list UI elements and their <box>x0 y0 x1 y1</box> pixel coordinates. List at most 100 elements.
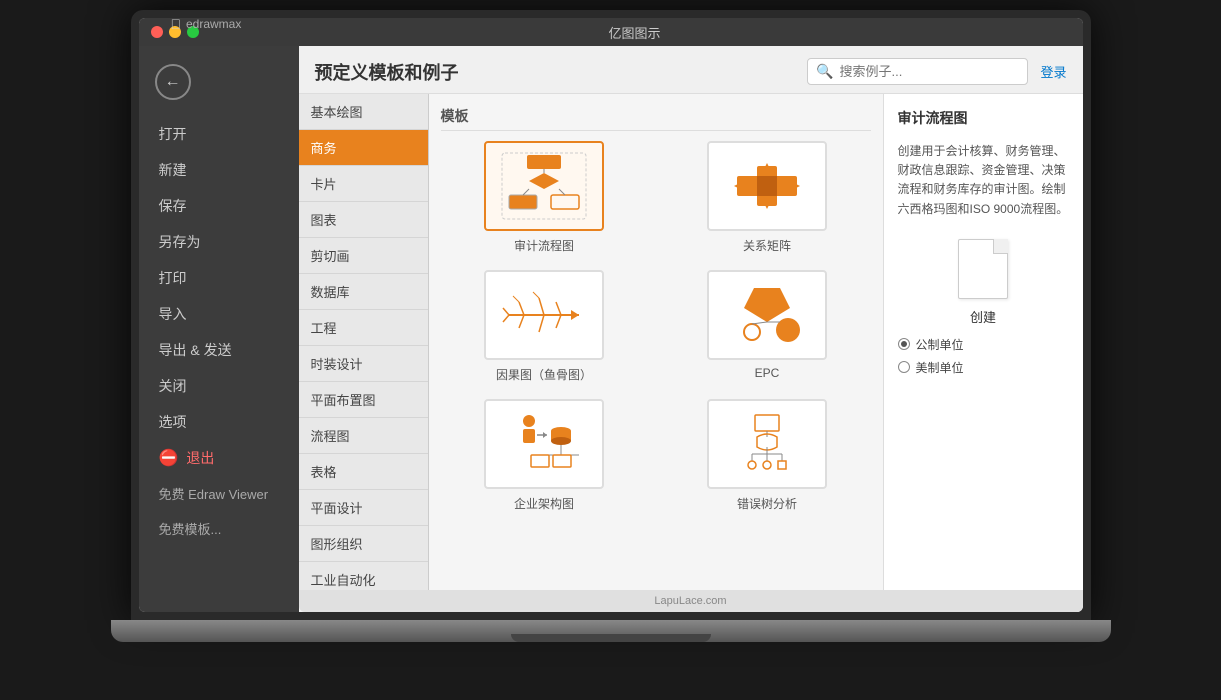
sidebar-item-import[interactable]: 导入 <box>139 296 299 332</box>
search-icon: 🔍 <box>816 63 833 80</box>
sidebar-free-templates-label: 免费模板... <box>159 519 222 538</box>
category-business-label: 商务 <box>311 141 337 156</box>
template-audit[interactable]: 审计流程图 <box>441 141 648 254</box>
sidebar-quit-label: 退出 <box>186 448 214 468</box>
epc-svg <box>722 280 812 350</box>
right-panel: 审计流程图 创建用于会计核算、财务管理、财政信息跟踪、资金管理、决策流程和财务库… <box>883 94 1083 590</box>
category-item-clipart[interactable]: 剪切画 <box>299 238 428 274</box>
quit-icon: ⛔ <box>159 448 179 468</box>
category-item-industrial[interactable]: 工业自动化 <box>299 562 428 590</box>
unit-imperial-radio[interactable] <box>898 361 910 373</box>
category-item-chart[interactable]: 图表 <box>299 202 428 238</box>
content-body: 基本绘图 商务 卡片 图表 剪切 <box>299 94 1083 590</box>
category-chart-label: 图表 <box>311 213 337 228</box>
sidebar-item-save[interactable]: 保存 <box>139 188 299 224</box>
unit-metric[interactable]: 公制单位 <box>898 336 1069 353</box>
sidebar-item-quit[interactable]: ⛔ 退出 <box>139 440 299 476</box>
sidebar-item-export[interactable]: 导出 & 发送 <box>139 332 299 368</box>
category-item-table[interactable]: 表格 <box>299 454 428 490</box>
template-relation-label: 关系矩阵 <box>743 237 791 254</box>
category-item-card[interactable]: 卡片 <box>299 166 428 202</box>
template-epc[interactable]: EPC <box>664 270 871 383</box>
create-label: 创建 <box>970 307 996 326</box>
unit-imperial-label: 美制单位 <box>916 359 964 376</box>
category-flowchart-label: 流程图 <box>311 429 350 444</box>
sidebar-item-saveas[interactable]: 另存为 <box>139 224 299 260</box>
category-fashion-label: 时装设计 <box>311 357 363 372</box>
unit-metric-label: 公制单位 <box>916 336 964 353</box>
create-wrapper: 创建 <box>898 239 1069 326</box>
category-item-engineering[interactable]: 工程 <box>299 310 428 346</box>
app-name-bar:  edrawmax <box>171 18 242 38</box>
sidebar-item-new[interactable]: 新建 <box>139 152 299 188</box>
title-bar:  edrawmax 亿图图示 <box>139 18 1083 46</box>
login-link[interactable]: 登录 <box>1040 62 1066 81</box>
template-relation[interactable]: 关系矩阵 <box>664 141 871 254</box>
unit-imperial[interactable]: 美制单位 <box>898 359 1069 376</box>
category-industrial-label: 工业自动化 <box>311 573 376 588</box>
category-database-label: 数据库 <box>311 285 350 300</box>
search-input[interactable] <box>839 64 1019 79</box>
template-enterprise[interactable]: 企业架构图 <box>441 399 648 512</box>
templates-area: 模板 <box>429 94 883 590</box>
sidebar-new-label: 新建 <box>159 160 187 180</box>
category-item-fashion[interactable]: 时装设计 <box>299 346 428 382</box>
apple-icon:  <box>171 18 182 32</box>
sidebar-item-free-templates[interactable]: 免费模板... <box>139 511 299 546</box>
fault-tree-svg <box>722 409 812 479</box>
search-box[interactable]: 🔍 <box>807 58 1028 85</box>
sidebar-export-label: 导出 & 发送 <box>159 340 232 360</box>
category-table-label: 表格 <box>311 465 337 480</box>
relation-matrix-svg <box>722 151 812 221</box>
right-panel-title: 审计流程图 <box>898 108 1069 128</box>
app-content: ← 打开 新建 保存 另存为 打印 <box>139 46 1083 612</box>
sidebar-save-label: 保存 <box>159 196 187 216</box>
right-panel-description: 创建用于会计核算、财务管理、财政信息跟踪、资金管理、决策流程和财务库存的审计图。… <box>898 142 1069 219</box>
category-item-org[interactable]: 图形组织 <box>299 526 428 562</box>
template-fishbone[interactable]: 因果图（鱼骨图） <box>441 270 648 383</box>
category-clipart-label: 剪切画 <box>311 249 350 264</box>
sidebar-item-open[interactable]: 打开 <box>139 116 299 152</box>
category-floorplan-label: 平面布置图 <box>311 393 376 408</box>
back-button[interactable]: ← <box>155 64 191 100</box>
unit-options: 公制单位 美制单位 <box>898 336 1069 376</box>
section-header: 模板 <box>441 106 871 131</box>
template-fault-label: 错误树分析 <box>737 495 797 512</box>
sidebar-import-label: 导入 <box>159 304 187 324</box>
category-item-floorplan[interactable]: 平面布置图 <box>299 382 428 418</box>
category-item-basic[interactable]: 基本绘图 <box>299 94 428 130</box>
category-engineering-label: 工程 <box>311 321 337 336</box>
template-enterprise-label: 企业架构图 <box>514 495 574 512</box>
category-card-label: 卡片 <box>311 177 337 192</box>
category-item-database[interactable]: 数据库 <box>299 274 428 310</box>
sidebar-item-options[interactable]: 选项 <box>139 404 299 440</box>
category-item-business[interactable]: 商务 <box>299 130 428 166</box>
template-fishbone-thumb <box>484 270 604 360</box>
sidebar-item-free-viewer[interactable]: 免费 Edraw Viewer <box>139 476 299 511</box>
category-basic-label: 基本绘图 <box>311 105 363 120</box>
template-enterprise-thumb <box>484 399 604 489</box>
sidebar: ← 打开 新建 保存 另存为 打印 <box>139 46 299 612</box>
category-item-graphic[interactable]: 平面设计 <box>299 490 428 526</box>
sidebar-options-label: 选项 <box>159 412 187 432</box>
templates-grid: 审计流程图 <box>441 141 871 512</box>
sidebar-open-label: 打开 <box>159 124 187 144</box>
template-fault[interactable]: 错误树分析 <box>664 399 871 512</box>
app-name-label: edrawmax <box>186 18 241 31</box>
sidebar-item-close[interactable]: 关闭 <box>139 368 299 404</box>
category-item-flowchart[interactable]: 流程图 <box>299 418 428 454</box>
sidebar-item-print[interactable]: 打印 <box>139 260 299 296</box>
template-fault-thumb <box>707 399 827 489</box>
main-area: 预定义模板和例子 🔍 登录 <box>299 46 1083 612</box>
category-graphic-label: 平面设计 <box>311 501 363 516</box>
template-epc-label: EPC <box>755 366 780 380</box>
main-header: 预定义模板和例子 🔍 登录 <box>299 46 1083 94</box>
bottom-bar: LapuLace.com <box>299 590 1083 612</box>
page-title: 预定义模板和例子 <box>315 59 459 85</box>
sidebar-saveas-label: 另存为 <box>159 232 201 252</box>
fishbone-svg <box>499 280 589 350</box>
category-org-label: 图形组织 <box>311 537 363 552</box>
template-fishbone-label: 因果图（鱼骨图） <box>496 366 592 383</box>
close-window-button[interactable] <box>151 26 163 38</box>
unit-metric-radio[interactable] <box>898 338 910 350</box>
